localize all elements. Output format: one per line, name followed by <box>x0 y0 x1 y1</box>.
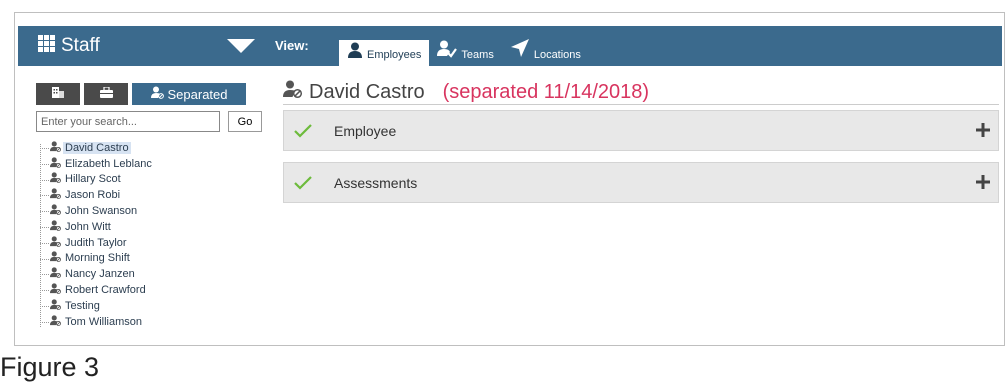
tree-item[interactable]: John Witt <box>38 219 238 235</box>
employee-panel[interactable]: Employee <box>283 110 999 151</box>
tree-item-label: Hillary Scot <box>65 173 121 186</box>
tree-branch <box>40 226 49 228</box>
check-icon <box>294 175 312 196</box>
tree-branch <box>40 211 49 213</box>
separation-status: (separated 11/14/2018) <box>442 80 650 103</box>
tree-item[interactable]: Tom Williamson <box>38 314 238 330</box>
tree-branch <box>40 274 49 276</box>
tree-item-label: Robert Crawford <box>65 284 146 297</box>
person-icon <box>347 42 363 61</box>
separated-user-icon <box>50 299 61 313</box>
tab-locations-label: Locations <box>533 49 581 61</box>
separated-user-icon <box>50 220 61 234</box>
tree-item[interactable]: David Castro <box>38 140 238 156</box>
tree-item[interactable]: Robert Crawford <box>38 282 238 298</box>
top-navigation-bar: Staff View: Employees Teams Locations <box>18 26 1002 66</box>
separated-user-icon <box>50 157 61 171</box>
view-label: View: <box>275 38 309 53</box>
tree-branch <box>40 195 49 197</box>
tree-item[interactable]: Testing <box>38 298 238 314</box>
go-button[interactable]: Go <box>228 111 262 132</box>
tree-branch <box>40 305 49 307</box>
sidebar-filter-tabs: Separated <box>36 83 246 105</box>
tree-item-label: Morning Shift <box>65 252 130 265</box>
separated-user-icon <box>50 188 61 202</box>
building-icon <box>52 85 64 103</box>
tree-item-label: John Witt <box>65 220 111 233</box>
tree-item-label: Tom Williamson <box>65 315 143 328</box>
tree-item-label: David Castro <box>63 141 131 154</box>
filter-tab-separated-label: Separated <box>167 86 228 102</box>
separated-user-icon <box>50 315 61 329</box>
tree-item-label: Testing <box>65 299 100 312</box>
chevron-down-icon[interactable] <box>227 39 255 53</box>
tree-item-label: Jason Robi <box>65 189 121 202</box>
search-input[interactable] <box>36 111 220 132</box>
assessments-panel[interactable]: Assessments <box>283 162 999 203</box>
grid-icon <box>38 35 55 57</box>
tree-branch <box>40 163 49 165</box>
tab-teams[interactable]: Teams <box>429 40 501 66</box>
tree-item-label: Elizabeth Leblanc <box>65 157 152 170</box>
filter-tab-buildings[interactable] <box>36 83 80 105</box>
employee-name: David Castro <box>309 80 425 103</box>
employee-tree: David Castro Elizabeth Leblanc Hillary Sco… <box>38 140 238 330</box>
briefcase-icon <box>99 85 113 103</box>
employee-panel-label: Employee <box>334 122 397 139</box>
staff-menu[interactable]: Staff <box>38 26 100 66</box>
separated-user-icon <box>50 283 61 297</box>
tab-teams-label: Teams <box>461 49 494 61</box>
assessments-panel-label: Assessments <box>334 174 418 191</box>
separated-user-icon <box>50 236 61 250</box>
tree-item[interactable]: John Swanson <box>38 203 238 219</box>
plus-icon[interactable] <box>976 175 990 194</box>
tab-employees-label: Employees <box>367 49 422 61</box>
tree-branch <box>40 258 49 260</box>
tab-employees[interactable]: Employees <box>339 40 430 66</box>
tree-branch <box>40 290 49 292</box>
filter-tab-positions[interactable] <box>84 83 128 105</box>
separated-user-icon <box>50 141 61 155</box>
separated-user-icon <box>50 267 61 281</box>
separated-user-icon <box>50 251 61 265</box>
view-tabs: Employees Teams Locations <box>339 38 589 66</box>
figure-caption: Figure 3 <box>0 352 100 382</box>
filter-tab-separated[interactable]: Separated <box>132 83 246 105</box>
employee-header: David Castro (separated 11/14/2018) <box>283 80 999 105</box>
tree-item-label: John Swanson <box>65 205 138 218</box>
tree-branch <box>40 148 49 149</box>
separated-user-icon <box>283 80 303 104</box>
plus-icon[interactable] <box>976 123 990 142</box>
separated-user-icon <box>150 86 164 102</box>
team-icon <box>437 40 458 61</box>
separated-user-icon <box>50 204 61 218</box>
tree-branch <box>40 179 49 181</box>
tree-item-label: Nancy Janzen <box>65 268 135 281</box>
separated-user-icon <box>50 172 61 186</box>
tree-item[interactable]: Judith Taylor <box>38 235 238 251</box>
search-row: Go <box>36 111 262 132</box>
location-arrow-icon <box>510 38 530 61</box>
check-icon <box>294 123 312 144</box>
tab-locations[interactable]: Locations <box>502 38 589 66</box>
tree-item-label: Judith Taylor <box>65 236 127 249</box>
tree-item[interactable]: Morning Shift <box>38 251 238 267</box>
tree-branch <box>40 321 49 323</box>
tree-branch <box>40 242 49 244</box>
tree-item[interactable]: Jason Robi <box>38 187 238 203</box>
tree-item[interactable]: Elizabeth Leblanc <box>38 156 238 172</box>
tree-item[interactable]: Hillary Scot <box>38 172 238 188</box>
tree-item[interactable]: Nancy Janzen <box>38 266 238 282</box>
staff-label: Staff <box>61 35 100 56</box>
